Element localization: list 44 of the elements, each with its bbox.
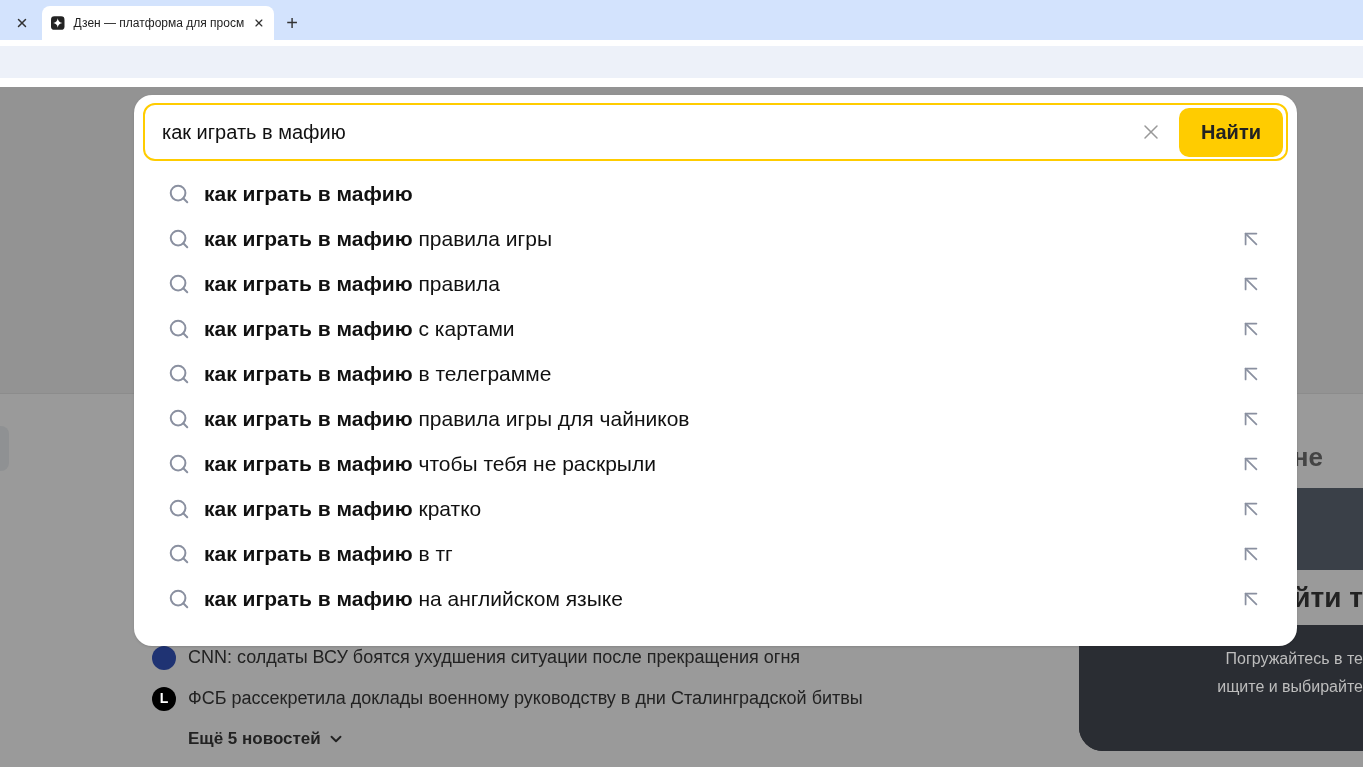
search-icon (168, 227, 190, 250)
search-icon (168, 542, 190, 565)
search-icon (168, 587, 190, 610)
suggestion-item[interactable]: как играть в мафию на английском языке (143, 576, 1288, 621)
suggestion-item[interactable]: как играть в мафию правила игры для чайников (143, 396, 1288, 441)
search-icon (168, 407, 190, 430)
suggestion-text: как играть в мафию правила игры для чайников (204, 405, 691, 432)
news-headline[interactable]: ФСБ рассекретила доклады военному руководству в дни Сталинградской битвы (188, 685, 863, 712)
suggestion-text: как играть в мафию правила (204, 270, 502, 297)
close-icon[interactable] (15, 16, 29, 30)
browser-tab[interactable]: Дзен — платформа для просм (42, 6, 274, 40)
search-icon (168, 317, 190, 340)
suggestion-item[interactable]: как играть в мафию правила игры (143, 216, 1288, 261)
search-query: как играть в мафию (162, 120, 347, 145)
search-field[interactable]: как играть в мафию Найти (143, 103, 1288, 161)
source-logo: L (152, 686, 176, 711)
suggestion-item[interactable]: как играть в мафию в телеграмме (143, 351, 1288, 396)
suggestion-item[interactable]: как играть в мафию чтобы тебя не раскрыли (143, 441, 1288, 486)
search-icon (168, 452, 190, 475)
news-headline[interactable]: CNN: солдаты ВСУ боятся ухудшения ситуации после прекращения огня (188, 644, 801, 671)
suggestion-item[interactable]: как играть в мафию (143, 171, 1288, 216)
more-news-link[interactable]: Ещё 5 новостей (188, 726, 345, 752)
suggestion-item[interactable]: как играть в мафию в тг (143, 531, 1288, 576)
search-icon (168, 362, 190, 385)
tab-title: Дзен — платформа для просм (73, 15, 245, 32)
suggestion-item[interactable]: как играть в мафию кратко (143, 486, 1288, 531)
search-button[interactable]: Найти (1179, 107, 1283, 157)
suggestion-text: как играть в мафию на английском языке (204, 585, 624, 612)
suggestion-text: как играть в мафию (204, 180, 414, 207)
suggestion-text: как играть в мафию правила игры (204, 225, 554, 252)
suggestion-text: как играть в мафию чтобы тебя не раскрыли (204, 450, 657, 477)
new-tab-button[interactable]: + (274, 6, 310, 40)
search-icon (168, 182, 190, 205)
suggestion-text: как играть в мафию с картами (204, 315, 516, 342)
search-icon (168, 272, 190, 295)
promo-text: ищите и выбирайте (1217, 677, 1363, 697)
promo-text: Погружайтесь в те (1225, 649, 1363, 669)
sparkle-icon (51, 15, 65, 31)
suggestion-text: как играть в мафию в тг (204, 540, 454, 567)
search-icon (168, 497, 190, 520)
suggestion-item[interactable]: как играть в мафию правила (143, 261, 1288, 306)
suggestion-text: как играть в мафию в телеграмме (204, 360, 553, 387)
suggestion-text: как играть в мафию кратко (204, 495, 483, 522)
suggestion-item[interactable]: как играть в мафию с картами (143, 306, 1288, 351)
